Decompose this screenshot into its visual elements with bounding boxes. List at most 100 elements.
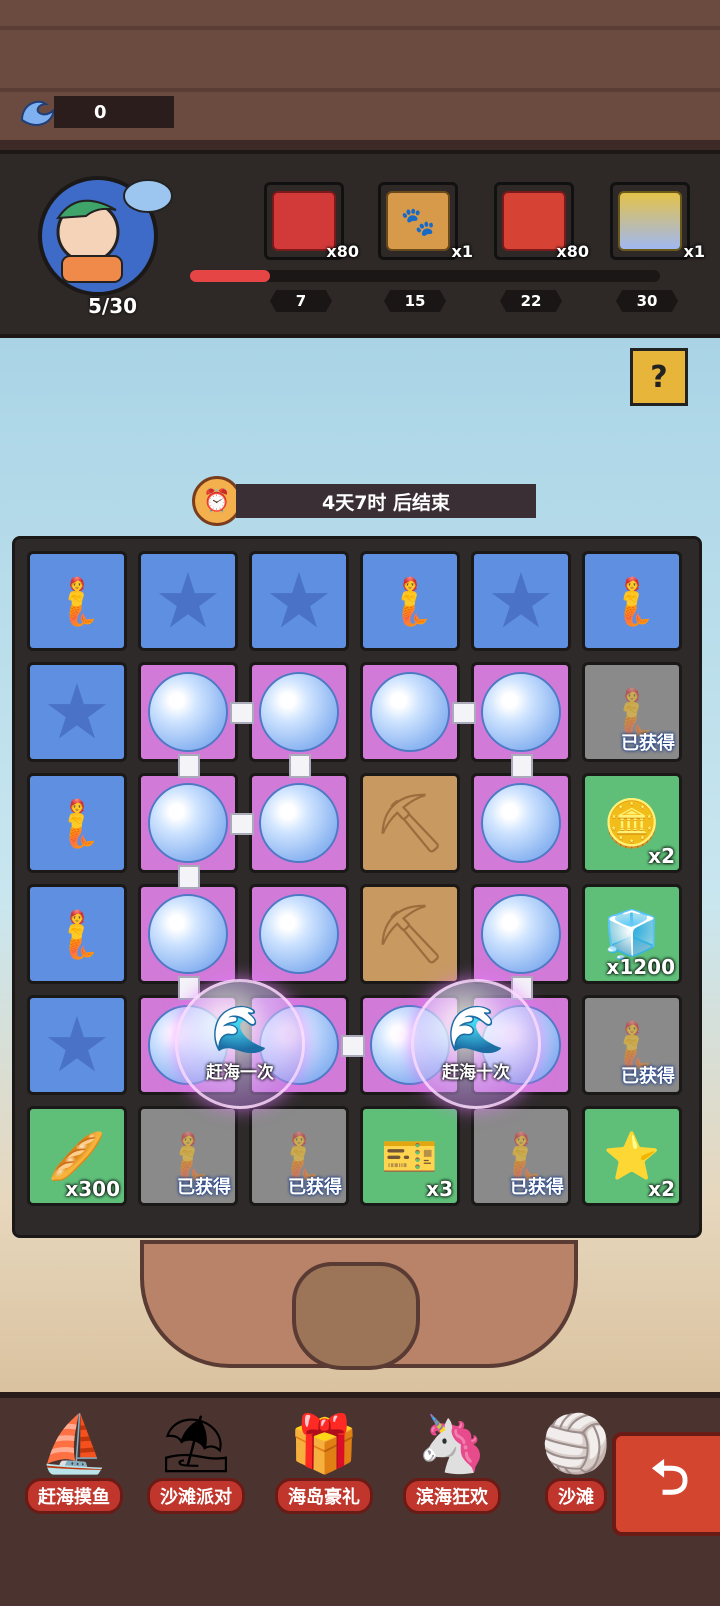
bubble-icon (481, 783, 561, 863)
board-cell-character-obtained[interactable]: 🧜 已获得 (582, 995, 682, 1095)
board-cell-shovel[interactable]: ⛏ (360, 884, 460, 984)
star-icon: ★ (42, 667, 112, 756)
milestone-label: 7 (270, 290, 332, 312)
bubble-icon (259, 894, 339, 974)
reward-qty: x3 (426, 1177, 453, 1201)
bubble-icon (259, 672, 339, 752)
star-icon: ★ (153, 556, 223, 645)
progress-track (190, 270, 660, 282)
star-icon: ★ (42, 1000, 112, 1089)
board-cell-bubble[interactable] (471, 773, 571, 873)
board-cell-bubble[interactable] (471, 662, 571, 762)
dig-once-button[interactable]: 🌊 赶海一次 (175, 979, 305, 1109)
board-cell-ticket[interactable]: 🎫 x3 (360, 1106, 460, 1206)
milestone-label: 30 (616, 290, 678, 312)
bear-head-decoration (292, 1262, 420, 1370)
reward-chest-2[interactable]: 🐾 x1 (378, 182, 473, 261)
nav-label: 沙滩 (545, 1478, 607, 1514)
paw-crate-icon: 🐾 (386, 191, 450, 251)
board-cell-bread[interactable]: 🥖 x300 (27, 1106, 127, 1206)
bubble-link (178, 865, 200, 889)
nav-label: 海岛豪礼 (275, 1478, 373, 1514)
nav-label: 沙滩派对 (147, 1478, 245, 1514)
reward-qty: x300 (65, 1177, 120, 1201)
bubble-icon (148, 894, 228, 974)
reward-qty: x1 (683, 242, 705, 261)
obtained-label: 已获得 (510, 1177, 564, 1198)
dig-ten-button[interactable]: 🌊 赶海十次 (411, 979, 541, 1109)
milestone-label: 22 (500, 290, 562, 312)
beach-umbrella-icon: ⛱ (160, 1412, 232, 1477)
arrow-switch-icon: ⮌ (650, 1449, 690, 1506)
bubble-link (341, 1035, 365, 1057)
board-cell-gold-coin[interactable]: 🪙 x2 (582, 773, 682, 873)
obtained-label: 已获得 (621, 733, 675, 754)
board-cell-bubble[interactable] (249, 884, 349, 984)
bubble-link (511, 754, 533, 778)
board-cell-character[interactable]: 🧜 (27, 551, 127, 651)
board-cell-bubble[interactable] (471, 884, 571, 984)
reward-chest-3[interactable]: x80 (494, 182, 589, 261)
treasure-chest-icon: 🎁 (289, 1412, 359, 1477)
character-icon: 🧜 (48, 906, 106, 961)
board-cell-character[interactable]: 🧜 (27, 773, 127, 873)
nav-item-fishing[interactable]: ⛵ 赶海摸鱼 (14, 1404, 134, 1524)
reward-qty: x80 (326, 242, 359, 261)
board-cell-star[interactable]: ★ (471, 551, 571, 651)
board-cell-bubble[interactable] (360, 662, 460, 762)
board-cell-bubble[interactable] (249, 773, 349, 873)
board-cell-character-obtained[interactable]: 🧜 已获得 (471, 1106, 571, 1206)
nav-label: 滨海狂欢 (403, 1478, 501, 1514)
board-cell-character[interactable]: 🧜 (582, 551, 682, 651)
action-label: 赶海十次 (442, 1062, 510, 1083)
collection-avatar[interactable]: 5/30 (18, 166, 178, 318)
board-cell-bubble[interactable] (138, 662, 238, 762)
board-cell-character[interactable]: 🧜 (360, 551, 460, 651)
star-coin-icon: ⭐ (603, 1128, 661, 1183)
board-cell-star[interactable]: ★ (138, 551, 238, 651)
obtained-label: 已获得 (621, 1066, 675, 1087)
star-icon: ★ (264, 556, 334, 645)
character-icon: 🧜 (603, 573, 661, 628)
character-icon: 🧜 (381, 573, 439, 628)
board-cell-character-obtained[interactable]: 🧜 已获得 (249, 1106, 349, 1206)
game-board: 🧜 ★ ★ 🧜 ★ 🧜 ★ 🧜 已获得 🧜 ⛏ 🪙 x2 🧜 ⛏ 🧊 x1200 ★ 🧜 已获得 🥖 x300 🧜 已获得 🧜 已… (12, 536, 702, 1238)
reward-qty: x1200 (606, 955, 675, 979)
bubble-icon (148, 783, 228, 863)
reward-chest-1[interactable]: x80 (264, 182, 359, 261)
shovel-icon: ⛏ (373, 788, 447, 857)
bubble-icon (370, 672, 450, 752)
board-cell-ice-cubes[interactable]: 🧊 x1200 (582, 884, 682, 984)
nav-label: 赶海摸鱼 (25, 1478, 123, 1514)
character-icon: 🧜 (48, 795, 106, 850)
nav-item-seaside-carnival[interactable]: 🦄 滨海狂欢 (392, 1404, 512, 1524)
bubble-icon (481, 894, 561, 974)
nav-next-button[interactable]: ⮌ (612, 1432, 720, 1536)
bubble-link (289, 754, 311, 778)
obtained-label: 已获得 (177, 1177, 231, 1198)
nav-item-beach-party[interactable]: ⛱ 沙滩派对 (136, 1404, 256, 1524)
board-cell-bubble[interactable] (138, 773, 238, 873)
board-cell-star[interactable]: ★ (249, 551, 349, 651)
nav-item-island-gift[interactable]: 🎁 海岛豪礼 (264, 1404, 384, 1524)
board-cell-star[interactable]: ★ (27, 662, 127, 762)
board-cell-character-obtained[interactable]: 🧜 已获得 (138, 1106, 238, 1206)
help-button[interactable]: ? (630, 348, 688, 406)
board-cell-shovel[interactable]: ⛏ (360, 773, 460, 873)
board-cell-star[interactable]: ★ (27, 995, 127, 1095)
board-cell-bubble[interactable] (249, 662, 349, 762)
plank-shadow (0, 140, 720, 150)
bubble-link (230, 702, 254, 724)
star-icon: ★ (486, 556, 556, 645)
bubble-link (230, 813, 254, 835)
reward-chest-4[interactable]: x1 (610, 182, 705, 261)
milestone-label: 15 (384, 290, 446, 312)
board-cell-star-coin[interactable]: ⭐ x2 (582, 1106, 682, 1206)
board-cell-character[interactable]: 🧜 (27, 884, 127, 984)
alarm-clock-icon: ⏰ (192, 476, 242, 526)
ice-cubes-icon: 🧊 (603, 906, 661, 961)
board-cell-bubble[interactable] (138, 884, 238, 984)
progress-fill (190, 270, 270, 282)
bread-icon: 🥖 (48, 1128, 106, 1183)
board-cell-character-obtained[interactable]: 🧜 已获得 (582, 662, 682, 762)
